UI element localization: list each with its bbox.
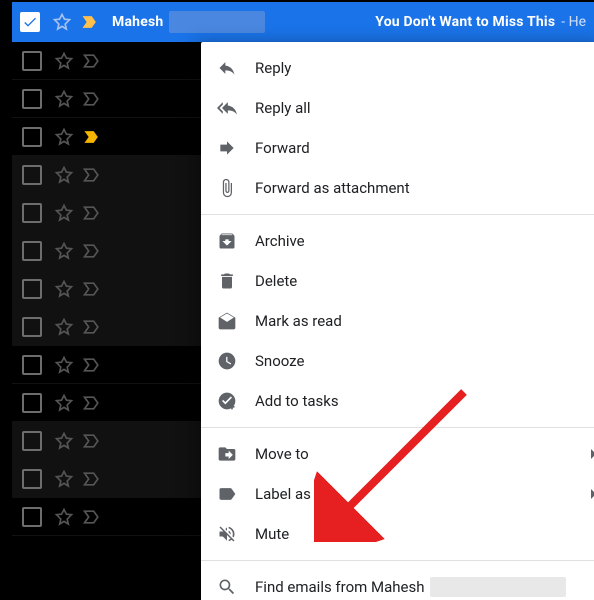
important-marker-icon[interactable] xyxy=(82,89,102,109)
menu-item-label: Forward xyxy=(255,139,310,157)
menu-item-label: Archive xyxy=(255,232,305,250)
snooze-icon xyxy=(217,351,237,371)
star-icon[interactable] xyxy=(54,317,74,337)
star-icon[interactable] xyxy=(54,279,74,299)
star-icon[interactable] xyxy=(54,469,74,489)
delete-icon xyxy=(217,271,237,291)
menu-item-label-as[interactable]: Label as xyxy=(201,474,594,514)
reply-icon xyxy=(217,58,237,78)
checkbox-icon[interactable] xyxy=(22,165,42,185)
email-subject: You Don't Want to Miss This xyxy=(375,14,555,30)
star-icon[interactable] xyxy=(54,89,74,109)
checkbox-icon[interactable] xyxy=(22,203,42,223)
star-icon[interactable] xyxy=(52,12,72,32)
label-icon xyxy=(217,484,237,504)
menu-item-label: Forward as attachment xyxy=(255,179,410,197)
menu-item-reply-all[interactable]: Reply all xyxy=(201,88,594,128)
menu-item-label: Delete xyxy=(255,272,297,290)
email-preview-snippet: - He xyxy=(561,14,586,30)
star-icon[interactable] xyxy=(54,203,74,223)
menu-item-label: Reply all xyxy=(255,99,311,117)
context-menu: Reply Reply all Forward Forward as attac… xyxy=(201,42,594,600)
checkbox-checked[interactable] xyxy=(20,12,40,32)
reply-all-icon xyxy=(217,98,237,118)
menu-item-mark-read[interactable]: Mark as read xyxy=(201,301,594,341)
checkbox-icon[interactable] xyxy=(22,469,42,489)
archive-icon xyxy=(217,231,237,251)
star-icon[interactable] xyxy=(54,51,74,71)
checkbox-icon[interactable] xyxy=(22,393,42,413)
mark-read-icon xyxy=(217,311,237,331)
important-marker-icon[interactable] xyxy=(80,12,100,32)
important-marker-icon[interactable] xyxy=(82,507,102,527)
important-marker-icon[interactable] xyxy=(82,127,102,147)
menu-item-add-tasks[interactable]: Add to tasks xyxy=(201,381,594,421)
menu-item-label: Reply xyxy=(255,59,291,77)
mute-icon xyxy=(217,524,237,544)
menu-item-archive[interactable]: Archive xyxy=(201,221,594,261)
menu-divider xyxy=(201,560,594,561)
menu-item-find-emails[interactable]: Find emails from Mahesh xyxy=(201,567,594,600)
menu-item-label: Add to tasks xyxy=(255,392,339,410)
menu-item-delete[interactable]: Delete xyxy=(201,261,594,301)
forward-icon xyxy=(217,138,237,158)
star-icon[interactable] xyxy=(54,241,74,261)
checkbox-icon[interactable] xyxy=(22,431,42,451)
star-icon[interactable] xyxy=(54,507,74,527)
menu-item-move-to[interactable]: Move to xyxy=(201,434,594,474)
menu-item-forward[interactable]: Forward xyxy=(201,128,594,168)
checkbox-icon[interactable] xyxy=(22,355,42,375)
attachment-icon xyxy=(217,178,237,198)
checkbox-icon[interactable] xyxy=(22,241,42,261)
email-row-selected[interactable]: Mahesh You Don't Want to Miss This - He xyxy=(12,2,594,42)
checkbox-icon[interactable] xyxy=(22,89,42,109)
menu-item-label: Find emails from Mahesh xyxy=(255,578,424,596)
redacted-surname xyxy=(430,577,566,597)
important-marker-icon[interactable] xyxy=(82,203,102,223)
star-icon[interactable] xyxy=(54,431,74,451)
checkbox-icon[interactable] xyxy=(22,317,42,337)
important-marker-icon[interactable] xyxy=(82,431,102,451)
menu-divider xyxy=(201,214,594,215)
important-marker-icon[interactable] xyxy=(82,317,102,337)
menu-item-forward-attachment[interactable]: Forward as attachment xyxy=(201,168,594,208)
checkbox-icon[interactable] xyxy=(22,51,42,71)
move-to-icon xyxy=(217,444,237,464)
menu-item-label: Label as xyxy=(255,485,311,503)
checkbox-icon[interactable] xyxy=(22,279,42,299)
menu-divider xyxy=(201,427,594,428)
important-marker-icon[interactable] xyxy=(82,469,102,489)
checkbox-icon[interactable] xyxy=(22,507,42,527)
important-marker-icon[interactable] xyxy=(82,355,102,375)
star-icon[interactable] xyxy=(54,127,74,147)
checkbox-icon[interactable] xyxy=(22,127,42,147)
star-icon[interactable] xyxy=(54,393,74,413)
search-icon xyxy=(217,577,237,597)
menu-item-snooze[interactable]: Snooze xyxy=(201,341,594,381)
star-icon[interactable] xyxy=(54,355,74,375)
redacted-sender-surname xyxy=(169,11,265,33)
menu-item-label: Mark as read xyxy=(255,312,342,330)
important-marker-icon[interactable] xyxy=(82,279,102,299)
menu-item-label: Snooze xyxy=(255,352,304,370)
important-marker-icon[interactable] xyxy=(82,51,102,71)
important-marker-icon[interactable] xyxy=(82,165,102,185)
menu-item-mute[interactable]: Mute xyxy=(201,514,594,554)
important-marker-icon[interactable] xyxy=(82,393,102,413)
add-tasks-icon xyxy=(217,391,237,411)
star-icon[interactable] xyxy=(54,165,74,185)
menu-item-label: Move to xyxy=(255,445,309,463)
important-marker-icon[interactable] xyxy=(82,241,102,261)
sender-name: Mahesh xyxy=(112,14,163,30)
menu-item-reply[interactable]: Reply xyxy=(201,48,594,88)
menu-item-label: Mute xyxy=(255,525,289,543)
